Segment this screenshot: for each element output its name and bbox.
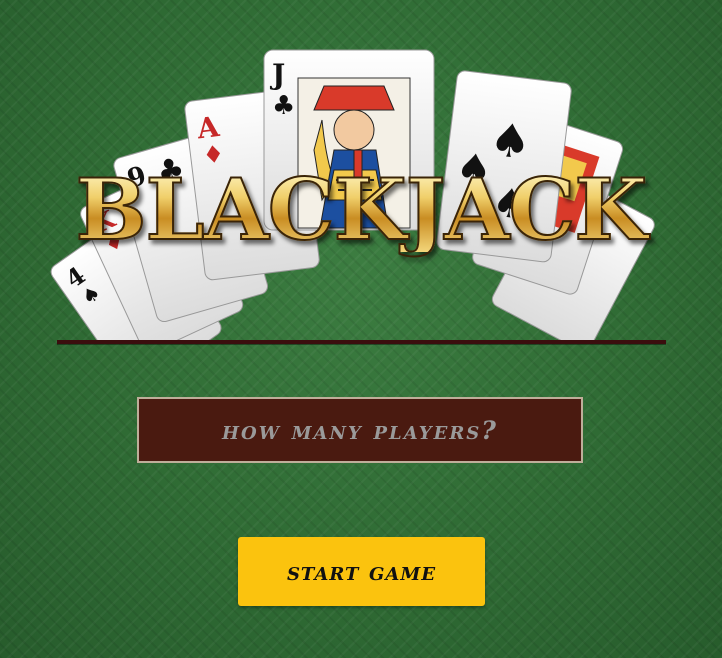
players-prompt: HOW MANY PLAYERS? bbox=[222, 415, 498, 445]
card-jack-suit: ♣ bbox=[272, 91, 295, 121]
start-game-label: START GAME bbox=[286, 557, 437, 586]
divider bbox=[57, 340, 666, 344]
players-count-field[interactable]: HOW MANY PLAYERS? bbox=[137, 397, 583, 463]
blackjack-logo: ♠ ♠ ♠ 4 ♠ K ♦ 9 ♣ A ♦ J ♣ bbox=[0, 0, 722, 391]
start-game-button[interactable]: START GAME bbox=[238, 537, 485, 606]
card-jack-rank: J bbox=[269, 58, 285, 91]
blackjack-title: BLACKJACK bbox=[0, 167, 722, 253]
